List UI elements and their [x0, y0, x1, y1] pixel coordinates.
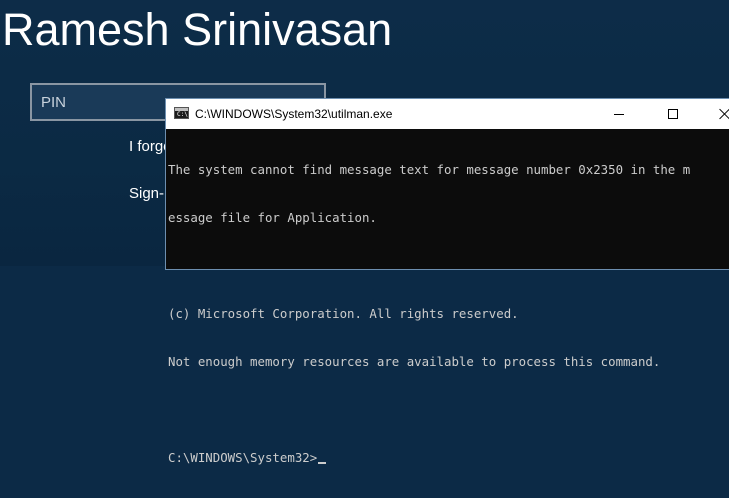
- user-name: Ramesh Srinivasan: [2, 4, 393, 55]
- window-title: C:\WINDOWS\System32\utilman.exe: [195, 107, 393, 121]
- console-prompt-line[interactable]: C:\WINDOWS\System32>: [168, 450, 729, 466]
- console-line: Not enough memory resources are availabl…: [168, 354, 661, 369]
- console-titlebar[interactable]: C:\ C:\WINDOWS\System32\utilman.exe: [166, 99, 729, 129]
- maximize-icon: [668, 109, 678, 119]
- console-app-icon: C:\: [174, 107, 189, 119]
- text-cursor: [318, 462, 327, 464]
- close-icon: [719, 108, 729, 120]
- console-line: The system cannot find message text for …: [168, 162, 691, 177]
- console-line: (c) Microsoft Corporation. All rights re…: [168, 306, 519, 321]
- command-prompt: C:\WINDOWS\System32>: [168, 450, 318, 465]
- console-line: essage file for Application.: [168, 210, 377, 225]
- console-window[interactable]: C:\ C:\WINDOWS\System32\utilman.exe The …: [165, 98, 729, 465]
- minimize-icon: [614, 114, 624, 115]
- maximize-button[interactable]: [651, 99, 697, 129]
- close-button[interactable]: [703, 99, 729, 129]
- console-output[interactable]: The system cannot find message text for …: [168, 130, 729, 498]
- minimize-button[interactable]: [597, 99, 643, 129]
